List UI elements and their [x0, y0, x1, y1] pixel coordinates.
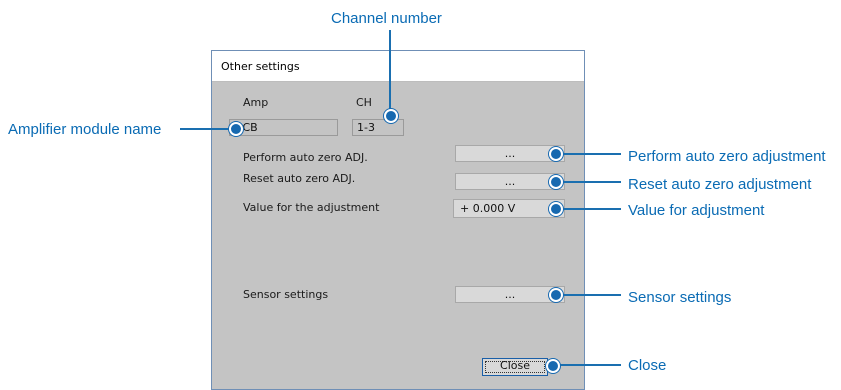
- leader-reset-auto-zero: [557, 181, 621, 183]
- callout-dot-perform-auto-zero: [549, 147, 563, 161]
- value-for-adjustment-label: Value for the adjustment: [243, 201, 380, 214]
- leader-amplifier-module-name: [180, 128, 235, 130]
- dialog-titlebar: Other settings: [212, 51, 584, 82]
- dialog-title: Other settings: [221, 60, 300, 73]
- callout-dot-amplifier-module-name: [229, 122, 243, 136]
- callout-close: Close: [628, 357, 667, 374]
- sensor-settings-label: Sensor settings: [243, 288, 329, 301]
- leader-sensor-settings: [557, 294, 621, 296]
- leader-value-for-adjustment: [557, 208, 621, 210]
- amp-label: Amp: [243, 96, 269, 109]
- ch-label: CH: [356, 96, 372, 109]
- callout-channel-number: Channel number: [331, 10, 442, 27]
- callout-dot-reset-auto-zero: [549, 175, 563, 189]
- other-settings-dialog: Other settings Amp CH DCB 1-3 Perform au…: [211, 50, 585, 390]
- callout-perform-auto-zero: Perform auto zero adjustment: [628, 148, 826, 165]
- leader-channel-number: [389, 30, 391, 115]
- reset-auto-zero-label: Reset auto zero ADJ.: [243, 172, 356, 185]
- callout-dot-sensor-settings: [549, 288, 563, 302]
- callout-dot-value-for-adjustment: [549, 202, 563, 216]
- callout-dot-close: [546, 359, 560, 373]
- callout-sensor-settings: Sensor settings: [628, 289, 732, 306]
- channel-field: 1-3: [352, 119, 404, 136]
- close-button[interactable]: Close: [482, 358, 548, 376]
- leader-perform-auto-zero: [557, 153, 621, 155]
- callout-reset-auto-zero: Reset auto zero adjustment: [628, 176, 812, 193]
- callout-dot-channel-number: [384, 109, 398, 123]
- callout-amplifier-module-name: Amplifier module name: [8, 121, 162, 138]
- amp-module-field: DCB: [229, 119, 338, 136]
- perform-auto-zero-label: Perform auto zero ADJ.: [243, 151, 368, 164]
- callout-value-for-adjustment: Value for adjustment: [628, 202, 765, 219]
- leader-close: [555, 364, 621, 366]
- close-button-label: Close: [500, 359, 530, 372]
